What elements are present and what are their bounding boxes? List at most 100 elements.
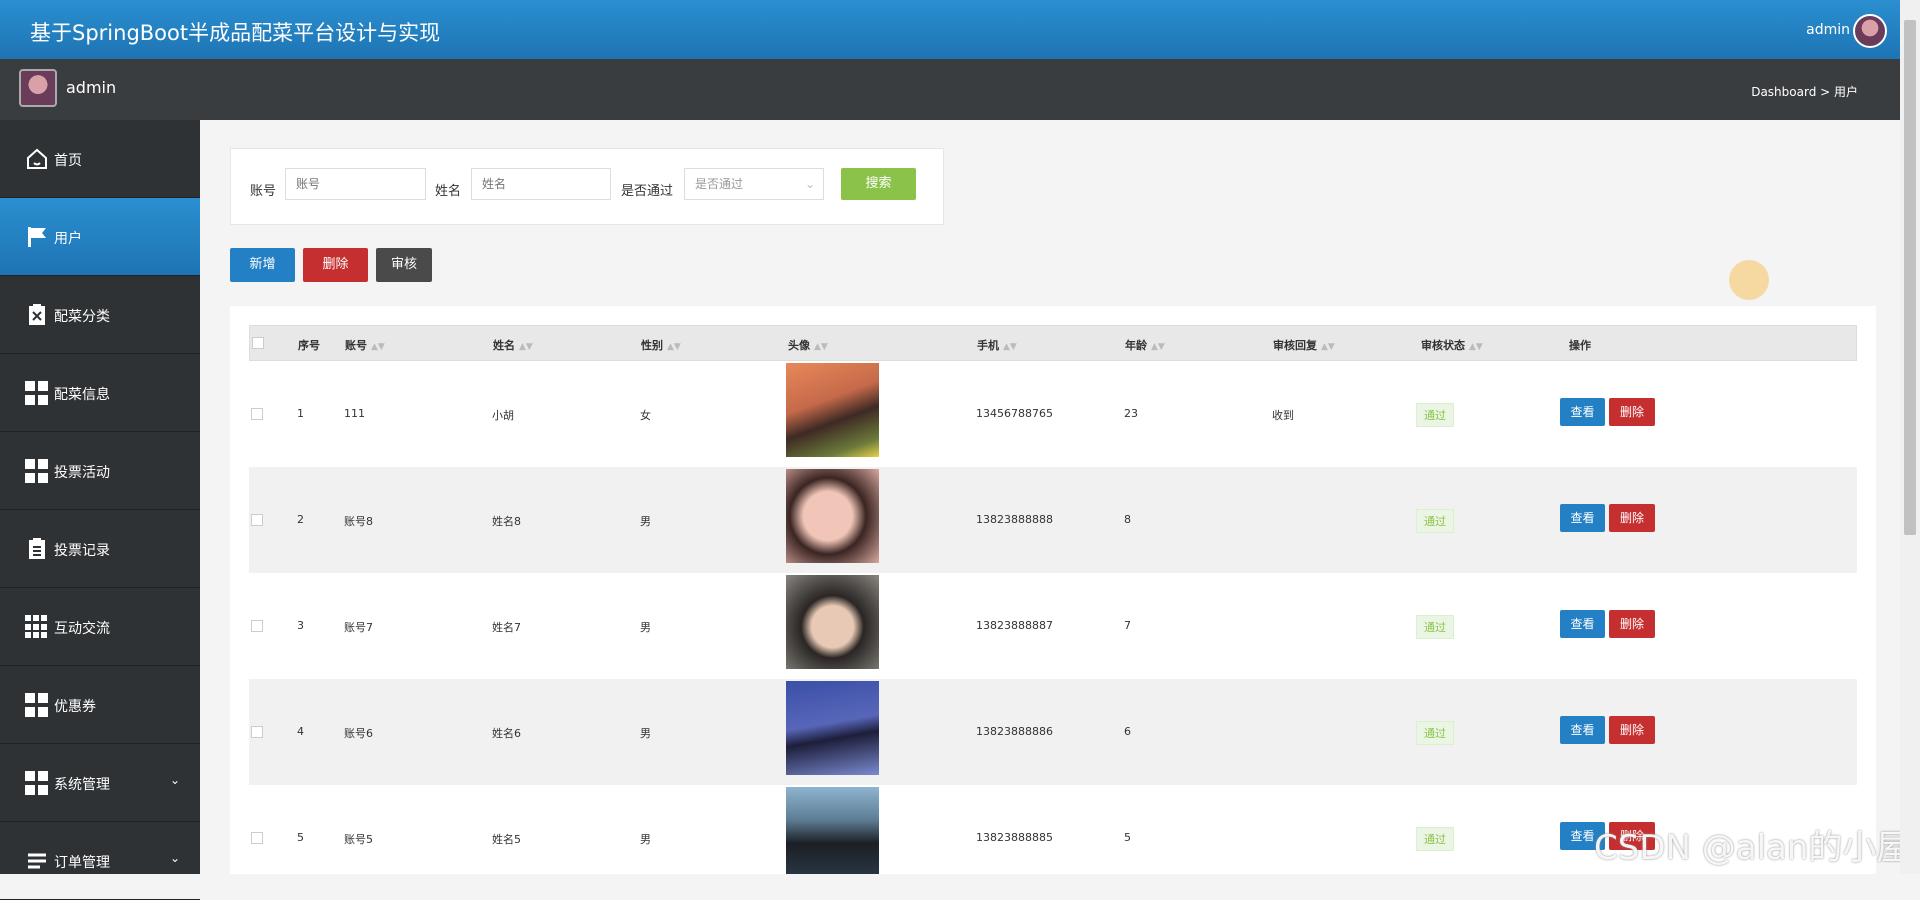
- avatar-image[interactable]: [786, 681, 879, 775]
- main-content: 账号 姓名 是否通过 是否通过 ⌄ 搜索 新增 删除 审核 序号 账号 ▲▼ 姓名…: [200, 120, 1900, 874]
- grid-icon: [25, 381, 49, 405]
- header-label: 审核回复: [1273, 339, 1317, 352]
- avatar-image[interactable]: [786, 363, 879, 457]
- status-badge: 通过: [1416, 615, 1454, 639]
- sidebar-item-home[interactable]: 首页: [0, 120, 200, 198]
- cell-no: 5: [297, 831, 304, 844]
- header-avatar[interactable]: 头像 ▲▼: [788, 337, 828, 353]
- cell-name: 姓名8: [492, 515, 521, 528]
- cell-phone: 13823888888: [976, 513, 1053, 526]
- sort-icon: ▲▼: [814, 342, 828, 352]
- sidebar-item-vote-record[interactable]: 投票记录: [0, 510, 200, 588]
- sort-icon: ▲▼: [667, 342, 681, 352]
- header-label: 姓名: [493, 339, 515, 352]
- cell-age: 7: [1124, 619, 1131, 632]
- view-button[interactable]: 查看: [1560, 610, 1605, 638]
- sidebar-item-label: 互动交流: [54, 621, 110, 637]
- header-account[interactable]: 账号 ▲▼: [345, 337, 385, 353]
- list-icon: [25, 849, 49, 873]
- header-age[interactable]: 年龄 ▲▼: [1125, 337, 1165, 353]
- header-gender[interactable]: 性别 ▲▼: [641, 337, 681, 353]
- row-checkbox[interactable]: [251, 620, 263, 632]
- cell-no: 3: [297, 619, 304, 632]
- view-button[interactable]: 查看: [1560, 398, 1605, 426]
- cell-no: 2: [297, 513, 304, 526]
- avatar-image[interactable]: [786, 787, 879, 874]
- select-all-checkbox[interactable]: [252, 337, 264, 349]
- view-button[interactable]: 查看: [1560, 716, 1605, 744]
- sidebar-item-dish-info[interactable]: 配菜信息: [0, 354, 200, 432]
- header-avatar[interactable]: [1853, 14, 1887, 48]
- delete-button[interactable]: 删除: [1609, 504, 1655, 532]
- sort-icon: ▲▼: [1151, 342, 1165, 352]
- cell-name: 姓名7: [492, 621, 521, 634]
- header-phone[interactable]: 手机 ▲▼: [977, 337, 1017, 353]
- sidebar-item-system[interactable]: 系统管理 ⌄: [0, 744, 200, 822]
- header-no: 序号: [298, 339, 320, 352]
- sub-header: admin Dashboard > 用户: [0, 59, 1900, 120]
- cell-reply: 收到: [1272, 409, 1294, 422]
- sidebar-item-orders[interactable]: 订单管理 ⌄: [0, 822, 200, 900]
- sidebar-avatar: [19, 69, 57, 107]
- cell-age: 5: [1124, 831, 1131, 844]
- cell-name: 姓名5: [492, 833, 521, 846]
- sidebar-item-users[interactable]: 用户: [0, 198, 200, 276]
- delete-button[interactable]: 删除: [1609, 610, 1655, 638]
- sidebar-item-label: 订单管理: [54, 855, 110, 871]
- row-checkbox[interactable]: [251, 832, 263, 844]
- header-label: 头像: [788, 339, 810, 352]
- watermark: CSDN @alan的小屋: [1594, 828, 1911, 868]
- bulk-delete-button[interactable]: 删除: [303, 248, 368, 282]
- header-status[interactable]: 审核状态 ▲▼: [1421, 337, 1483, 353]
- search-button[interactable]: 搜索: [841, 168, 916, 200]
- row-checkbox[interactable]: [251, 514, 263, 526]
- sidebar-item-vote-activity[interactable]: 投票活动: [0, 432, 200, 510]
- add-button[interactable]: 新增: [230, 248, 295, 282]
- row-checkbox[interactable]: [251, 726, 263, 738]
- header-username[interactable]: admin: [1806, 22, 1850, 38]
- users-table: 序号 账号 ▲▼ 姓名 ▲▼ 性别 ▲▼ 头像 ▲▼ 手机 ▲▼ 年龄 ▲▼ 审核回复 ▲▼ …: [230, 306, 1876, 874]
- header-reply[interactable]: 审核回复 ▲▼: [1273, 337, 1335, 353]
- sidebar-item-label: 首页: [54, 153, 82, 169]
- name-input[interactable]: [471, 168, 611, 200]
- cell-account: 账号6: [344, 727, 373, 740]
- delete-button[interactable]: 删除: [1609, 398, 1655, 426]
- avatar-image[interactable]: [786, 469, 879, 563]
- cell-gender: 男: [640, 621, 651, 634]
- sort-icon: ▲▼: [519, 342, 533, 352]
- header-name[interactable]: 姓名 ▲▼: [493, 337, 533, 353]
- view-button[interactable]: 查看: [1560, 504, 1605, 532]
- cell-gender: 男: [640, 515, 651, 528]
- account-input[interactable]: [285, 168, 426, 200]
- scrollbar-thumb[interactable]: [1904, 20, 1916, 535]
- app-title: 基于SpringBoot半成品配菜平台设计与实现: [30, 21, 441, 45]
- grid-icon: [25, 771, 49, 795]
- clipboard-list-icon: [25, 537, 49, 561]
- page-scrollbar[interactable]: [1900, 0, 1920, 874]
- table-row: 2 账号8 姓名8 男 13823888888 8 通过 查看 删除: [249, 467, 1857, 573]
- delete-button[interactable]: 删除: [1609, 716, 1655, 744]
- sidebar-item-label: 用户: [54, 231, 82, 247]
- sidebar-item-coupons[interactable]: 优惠券: [0, 666, 200, 744]
- cell-account: 111: [344, 407, 365, 420]
- sidebar-item-label: 配菜分类: [54, 309, 110, 325]
- sidebar-item-interaction[interactable]: 互动交流: [0, 588, 200, 666]
- audit-button[interactable]: 审核: [376, 248, 432, 282]
- cell-phone: 13823888887: [976, 619, 1053, 632]
- passed-select[interactable]: 是否通过 ⌄: [684, 168, 824, 200]
- row-checkbox[interactable]: [251, 408, 263, 420]
- cell-phone: 13823888886: [976, 725, 1053, 738]
- header-label: 账号: [345, 339, 367, 352]
- sidebar-item-dish-category[interactable]: 配菜分类: [0, 276, 200, 354]
- table-header: 序号 账号 ▲▼ 姓名 ▲▼ 性别 ▲▼ 头像 ▲▼ 手机 ▲▼ 年龄 ▲▼ 审核回复 ▲▼ …: [249, 325, 1857, 361]
- account-label: 账号: [250, 184, 277, 199]
- cursor-highlight: [1729, 260, 1769, 300]
- chevron-down-icon: ⌄: [804, 177, 815, 191]
- header-actions: 操作: [1569, 339, 1591, 352]
- avatar-image[interactable]: [786, 575, 879, 669]
- grid-icon: [25, 459, 49, 483]
- name-label: 姓名: [435, 184, 462, 199]
- top-header: 基于SpringBoot半成品配菜平台设计与实现 admin: [0, 0, 1900, 59]
- header-label: 审核状态: [1421, 339, 1465, 352]
- cell-account: 账号8: [344, 515, 373, 528]
